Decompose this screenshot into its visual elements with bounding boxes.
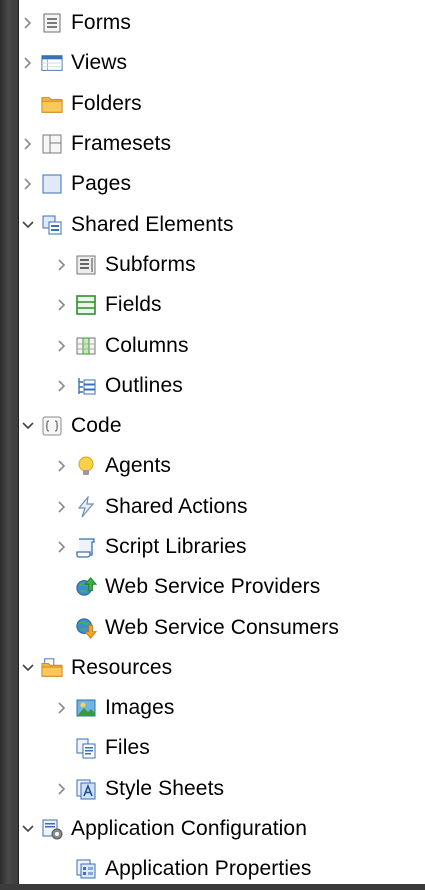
lightbulb-icon <box>75 455 97 477</box>
view-icon <box>41 52 63 74</box>
tree-item-framesets[interactable]: Framesets <box>19 124 425 164</box>
application-properties-icon <box>75 858 97 880</box>
files-icon <box>75 737 97 759</box>
lightning-icon <box>75 495 97 518</box>
collapse-arrow-icon[interactable] <box>19 820 37 838</box>
field-icon <box>75 294 97 316</box>
tree-item-label: Pages <box>71 172 132 196</box>
subform-icon <box>75 254 97 276</box>
tree-item-script-libraries[interactable]: Script Libraries <box>19 527 425 567</box>
tree-item-label: Views <box>71 51 128 75</box>
expand-arrow-icon[interactable] <box>19 14 37 32</box>
application-configuration-icon <box>41 818 63 840</box>
expand-arrow-icon[interactable] <box>53 699 71 717</box>
expand-arrow-icon[interactable] <box>53 377 71 395</box>
tree-item-application-configuration[interactable]: Application Configuration <box>19 809 425 849</box>
image-icon <box>75 697 97 719</box>
style-sheet-icon <box>75 778 97 800</box>
tree-item-shared-elements[interactable]: Shared Elements <box>19 204 425 244</box>
tree-item-style-sheets[interactable]: Style Sheets <box>19 769 425 809</box>
tree-item-label: Style Sheets <box>105 776 225 800</box>
outline-icon <box>75 375 97 397</box>
tree-item-label: Columns <box>105 333 189 357</box>
tree-item-label: Resources <box>71 655 173 679</box>
navigator-panel: Forms Views Folders Framesets Pages Shar… <box>18 0 425 884</box>
resources-folder-icon <box>41 657 63 679</box>
tree-item-agents[interactable]: Agents <box>19 446 425 486</box>
tree-item-label: Framesets <box>71 132 172 156</box>
tree-item-columns[interactable]: Columns <box>19 325 425 365</box>
tree-item-label: Forms <box>71 11 131 35</box>
web-service-provider-icon <box>75 576 97 598</box>
tree-item-web-service-consumers[interactable]: Web Service Consumers <box>19 607 425 647</box>
tree-item-outlines[interactable]: Outlines <box>19 366 425 406</box>
tree-item-application-properties[interactable]: Application Properties <box>19 849 425 889</box>
tree-item-pages[interactable]: Pages <box>19 164 425 204</box>
form-icon <box>41 12 63 34</box>
tree-item-label: Script Libraries <box>105 535 247 558</box>
tree-item-label: Shared Actions <box>105 494 248 518</box>
tree-item-label: Fields <box>105 293 162 317</box>
code-icon <box>41 415 63 437</box>
tree-item-label: Files <box>105 736 150 760</box>
shared-elements-icon <box>41 214 63 236</box>
tree-item-forms[interactable]: Forms <box>19 3 425 43</box>
tree-item-label: Shared Elements <box>71 212 234 236</box>
tree-item-label: Folders <box>71 91 142 115</box>
page-icon <box>41 173 63 195</box>
tree-item-files[interactable]: Files <box>19 728 425 768</box>
tree-item-label: Subforms <box>105 252 196 276</box>
tree-item-code[interactable]: Code <box>19 406 425 446</box>
expand-arrow-icon[interactable] <box>19 175 37 193</box>
tree-item-web-service-providers[interactable]: Web Service Providers <box>19 567 425 607</box>
design-tree: Forms Views Folders Framesets Pages Shar… <box>19 3 425 890</box>
tree-item-label: Web Service Consumers <box>105 615 339 639</box>
expand-arrow-icon[interactable] <box>53 538 71 556</box>
frameset-icon <box>41 133 63 155</box>
tree-item-subforms[interactable]: Subforms <box>19 245 425 285</box>
tree-item-images[interactable]: Images <box>19 688 425 728</box>
folder-icon <box>41 93 63 115</box>
expand-arrow-icon[interactable] <box>53 457 71 475</box>
web-service-consumer-icon <box>75 617 97 639</box>
tree-item-resources[interactable]: Resources <box>19 648 425 688</box>
expand-arrow-icon[interactable] <box>53 296 71 314</box>
tree-item-label: Images <box>105 696 175 720</box>
tree-item-label: Application Properties <box>105 857 312 881</box>
tree-item-label: Code <box>71 414 122 438</box>
column-icon <box>75 335 97 357</box>
expand-arrow-icon[interactable] <box>19 54 37 72</box>
tree-item-label: Outlines <box>105 373 183 397</box>
tree-item-label: Web Service Providers <box>105 575 321 599</box>
collapse-arrow-icon[interactable] <box>19 216 37 234</box>
expand-arrow-icon[interactable] <box>53 256 71 274</box>
tree-item-views[interactable]: Views <box>19 43 425 83</box>
expand-arrow-icon[interactable] <box>53 780 71 798</box>
collapse-arrow-icon[interactable] <box>19 659 37 677</box>
tree-item-label: Agents <box>105 454 171 478</box>
expand-arrow-icon[interactable] <box>53 337 71 355</box>
script-library-icon <box>75 536 97 558</box>
tree-item-fields[interactable]: Fields <box>19 285 425 325</box>
collapse-arrow-icon[interactable] <box>19 417 37 435</box>
tree-item-shared-actions[interactable]: Shared Actions <box>19 487 425 527</box>
tree-item-folders[interactable]: Folders <box>19 84 425 124</box>
expand-arrow-icon[interactable] <box>19 135 37 153</box>
expand-arrow-icon[interactable] <box>53 498 71 516</box>
tree-item-label: Application Configuration <box>71 817 307 841</box>
